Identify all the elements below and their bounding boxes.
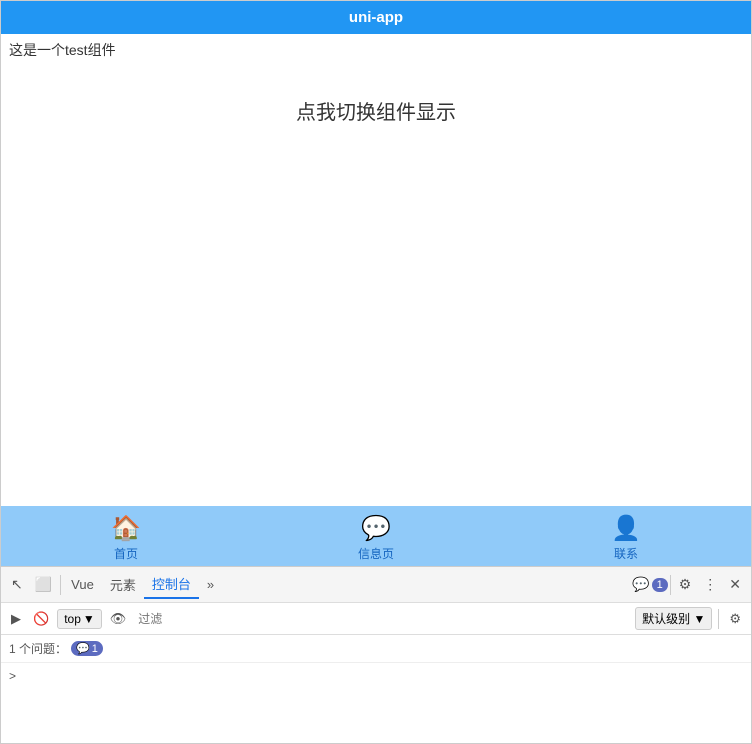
nav-label-home: 首页: [114, 545, 138, 562]
divider-filter: [718, 609, 719, 629]
cursor-tool-button[interactable]: ↖: [5, 572, 29, 597]
devtools-filterbar: ▶ 🚫 top ▼ 👁 默认级别 ▼: [1, 603, 751, 635]
title-bar: uni-app: [1, 1, 751, 34]
home-icon: 🏠: [111, 514, 141, 543]
title-text: uni-app: [349, 9, 403, 26]
switch-component-button[interactable]: 点我切换组件显示: [276, 86, 476, 135]
app-top-label: 这是一个test组件: [1, 34, 751, 66]
settings-button[interactable]: ⚙: [673, 572, 698, 597]
nav-item-home[interactable]: 🏠 首页: [86, 514, 166, 562]
content-spacer: [1, 466, 751, 506]
browser-window: uni-app 这是一个test组件 点我切换组件显示 🏠 首页 💬 信息页 👤…: [0, 0, 752, 744]
divider-1: [60, 575, 61, 595]
eye-icon: 👁: [110, 611, 127, 626]
settings-icon: ⚙: [679, 576, 692, 593]
app-area: 这是一个test组件 点我切换组件显示 🏠 首页 💬 信息页 👤 联系: [1, 34, 751, 743]
more-options-button[interactable]: ⋮: [697, 572, 723, 597]
nav-item-contact[interactable]: 👤 联系: [586, 514, 666, 562]
console-badge-container: 💬 1: [632, 576, 668, 593]
block-button[interactable]: 🚫: [29, 609, 53, 629]
level-chevron-icon: ▼: [693, 612, 705, 626]
play-icon: ▶: [11, 611, 21, 626]
devtools-topbar: ↖ ⬜ Vue 元素 控制台 » 💬 1 ⚙: [1, 567, 751, 603]
nav-label-message: 信息页: [358, 545, 394, 562]
play-button[interactable]: ▶: [7, 609, 25, 629]
issues-text: 1 个问题：: [9, 640, 67, 657]
tab-elements[interactable]: 元素: [102, 571, 144, 598]
nav-bar: 🏠 首页 💬 信息页 👤 联系: [1, 506, 751, 566]
log-expand-chevron[interactable]: >: [9, 669, 16, 683]
context-dropdown-label: top: [64, 612, 81, 626]
filter-settings-button[interactable]: ⚙: [725, 609, 745, 629]
level-dropdown-label: 默认级别: [642, 612, 690, 626]
tab-more[interactable]: »: [199, 573, 222, 596]
issues-count: 1: [92, 643, 98, 655]
message-icon: 💬: [361, 514, 391, 543]
more-icon: ⋮: [703, 576, 717, 593]
app-main-content: 点我切换组件显示: [1, 66, 751, 466]
divider-2: [670, 575, 671, 595]
devtools-log[interactable]: >: [1, 663, 751, 743]
console-message-icon: 💬: [632, 576, 649, 593]
devtools-issuesbar: 1 个问题： 💬 1: [1, 635, 751, 663]
context-dropdown[interactable]: top ▼: [57, 609, 102, 629]
tab-console[interactable]: 控制台: [144, 570, 199, 599]
tab-vue[interactable]: Vue: [63, 573, 102, 596]
devtools-panel: ↖ ⬜ Vue 元素 控制台 » 💬 1 ⚙: [1, 566, 751, 743]
eye-button[interactable]: 👁: [106, 609, 131, 629]
contact-icon: 👤: [611, 514, 641, 543]
console-badge: 1: [652, 578, 668, 592]
box-tool-button[interactable]: ⬜: [29, 572, 58, 597]
level-dropdown[interactable]: 默认级别 ▼: [635, 607, 712, 630]
issues-badge: 💬 1: [71, 641, 103, 656]
nav-label-contact: 联系: [614, 545, 638, 562]
issues-msg-icon: 💬: [76, 642, 90, 655]
cursor-icon: ↖: [11, 576, 23, 593]
filter-settings-icon: ⚙: [729, 611, 741, 626]
chevron-down-icon: ▼: [83, 612, 95, 626]
filter-input[interactable]: [134, 612, 631, 626]
block-icon: 🚫: [33, 611, 49, 626]
close-devtools-button[interactable]: ✕: [723, 572, 747, 597]
close-icon: ✕: [729, 576, 741, 593]
box-icon: ⬜: [35, 576, 52, 593]
nav-item-message[interactable]: 💬 信息页: [336, 514, 416, 562]
